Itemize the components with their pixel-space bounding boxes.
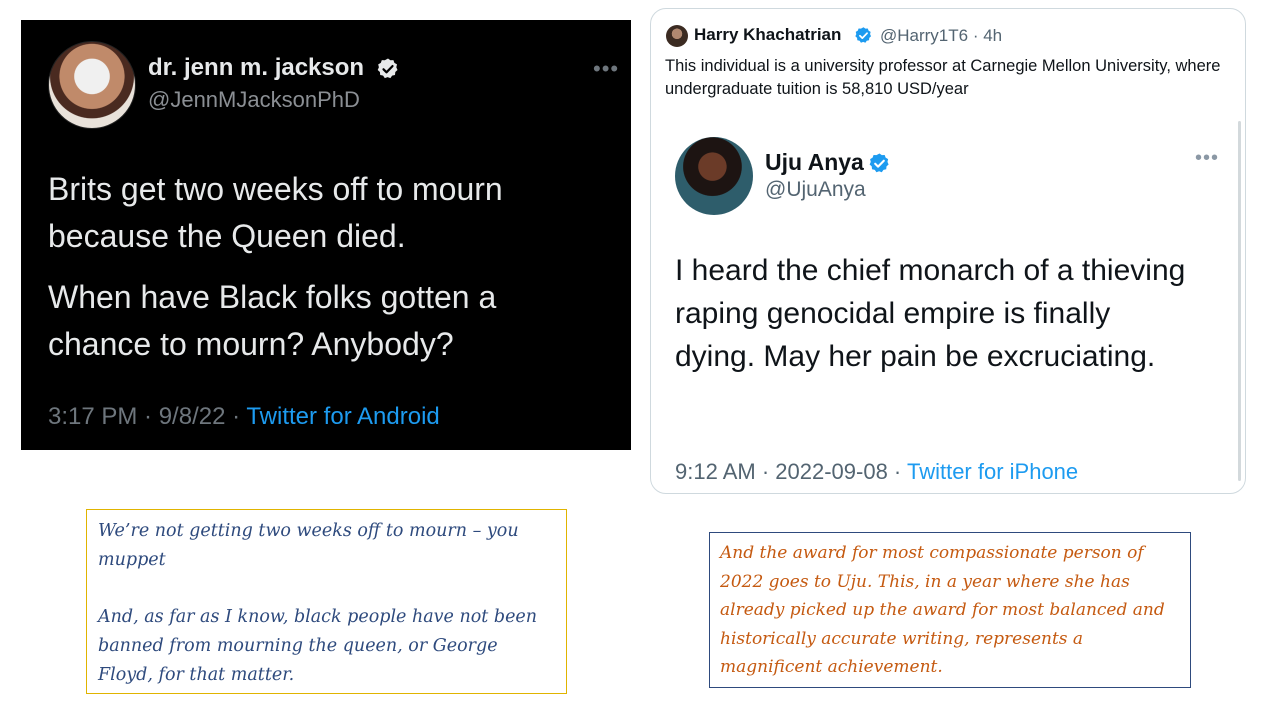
left-comment-box: We’re not getting two weeks off to mourn… xyxy=(86,509,567,694)
tweet-paragraph-2: When have Black folks gotten a chance to… xyxy=(48,279,497,362)
tweet-source-link[interactable]: Twitter for iPhone xyxy=(907,459,1078,484)
quote-tweet-card: Harry Khachatrian @Harry1T6 · 4h This in… xyxy=(650,8,1246,494)
tweet-timestamp[interactable]: 9:12 AM · 2022-09-08 · xyxy=(675,459,907,484)
display-name[interactable]: Harry Khachatrian xyxy=(694,25,841,45)
tweet-text: This individual is a university professo… xyxy=(665,57,1221,98)
tweet-meta: 3:17 PM · 9/8/22 · Twitter for Android xyxy=(48,403,440,431)
avatar[interactable] xyxy=(48,41,136,129)
tweet-paragraph-1: Brits get two weeks off to mourn because… xyxy=(48,171,503,254)
display-name[interactable]: Uju Anya xyxy=(765,149,864,176)
verified-badge-icon xyxy=(868,152,891,175)
handle[interactable]: @JennMJacksonPhD xyxy=(148,87,360,113)
more-options-icon[interactable]: ••• xyxy=(593,56,619,82)
comment-paragraph: And, as far as I know, black people have… xyxy=(98,607,538,685)
more-options-icon[interactable]: ••• xyxy=(1195,147,1219,170)
handle-and-time[interactable]: @Harry1T6 · 4h xyxy=(880,26,1002,46)
avatar[interactable] xyxy=(675,137,753,215)
quoted-tweet-body: I heard the chief monarch of a thieving … xyxy=(675,254,1186,373)
handle[interactable]: @UjuAnya xyxy=(765,178,866,202)
quoted-tweet[interactable]: Uju Anya @UjuAnya ••• I heard the chief … xyxy=(651,121,1241,493)
verified-badge-icon xyxy=(854,26,873,45)
tweet-source-link[interactable]: Twitter for Android xyxy=(246,403,439,430)
avatar[interactable] xyxy=(666,25,688,47)
display-name[interactable]: dr. jenn m. jackson xyxy=(148,54,364,82)
comment-paragraph: We’re not getting two weeks off to mourn… xyxy=(98,521,519,570)
scrollbar[interactable] xyxy=(1238,121,1241,481)
tweet-meta: 9:12 AM · 2022-09-08 · Twitter for iPhon… xyxy=(675,459,1078,485)
dark-tweet-card: dr. jenn m. jackson @JennMJacksonPhD •••… xyxy=(21,20,631,450)
right-comment-box: And the award for most compassionate per… xyxy=(709,532,1191,688)
verified-badge-icon xyxy=(376,57,400,81)
tweet-timestamp[interactable]: 3:17 PM · 9/8/22 · xyxy=(48,403,246,430)
